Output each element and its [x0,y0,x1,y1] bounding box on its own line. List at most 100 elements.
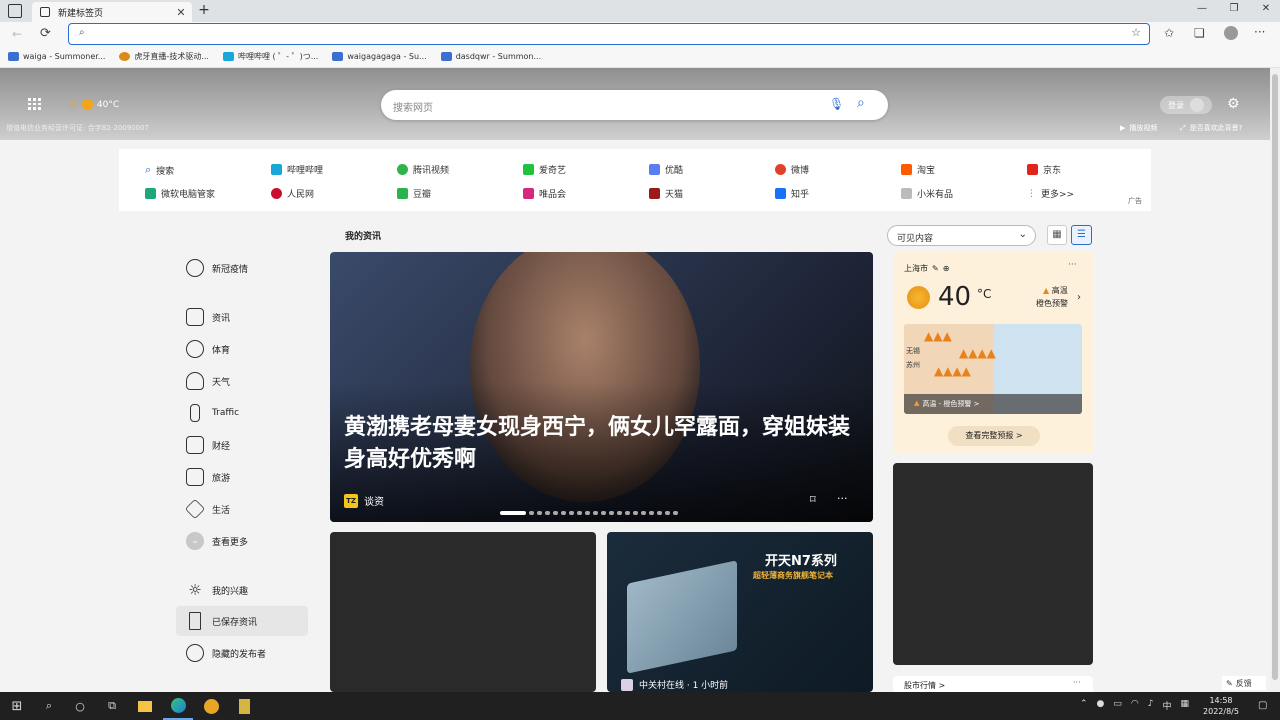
bookmark-item[interactable]: 虎牙直播-技术驱动... [119,51,209,62]
news-card-source[interactable]: 中关村在线 · 1 小时前 [621,678,728,691]
quick-link-tmall[interactable]: 天猫 [649,187,683,200]
quick-link-pc-manager[interactable]: 微软电脑管家 [145,187,215,200]
sidebar-item-traffic[interactable]: Traffic [176,398,308,428]
quick-link-iqiyi[interactable]: 爱奇艺 [523,163,566,176]
windows-start-icon[interactable]: ⊞ [2,692,32,720]
grid-view-button[interactable]: ▦ [1047,225,1067,245]
stock-card[interactable]: 股市行情 > ··· [893,676,1093,692]
bookmark-item[interactable]: waigagagaga - Su... [332,52,427,61]
more-options-icon[interactable]: ··· [1068,260,1077,270]
cortana-icon[interactable]: ○ [65,692,95,720]
refresh-icon[interactable]: ⟳ [40,26,51,41]
featured-headline[interactable]: 黄渤携老母妻女现身西宁，俩女儿罕露面，穿姐妹装身高好优秀啊 [344,412,854,476]
quick-link-jd[interactable]: 京东 [1027,163,1061,176]
quick-link-weibo[interactable]: 微博 [775,163,809,176]
list-view-button[interactable]: ☰ [1071,225,1092,245]
bookmark-item[interactable]: dasdqwr - Summon... [440,52,541,61]
more-options-icon[interactable]: ··· [1073,678,1081,687]
app-icon[interactable] [229,692,259,720]
close-window-button[interactable]: ✕ [1250,3,1280,19]
sidebar-item-covid[interactable]: 新冠疫情 [176,253,308,283]
news-card-placeholder[interactable] [330,532,596,692]
apps-grid-icon[interactable] [28,98,41,110]
bookmark-item[interactable]: waiga - Summoner... [8,52,105,61]
sidebar-item-weather[interactable]: 天气 [176,366,308,396]
app-icon[interactable] [196,692,226,720]
tab-new-tab[interactable]: 新建标签页 ✕ [32,2,192,22]
weather-alert[interactable]: ▲ 高温 [1043,285,1068,296]
favorites-icon[interactable]: ✩ [1164,26,1174,40]
sidebar-item-saved[interactable]: 已保存资讯 [176,606,308,636]
favorite-star-icon[interactable]: ☆ [1131,26,1141,39]
file-explorer-icon[interactable] [130,692,160,720]
featured-news-card[interactable]: 黄渤携老母妻女现身西宁，俩女儿罕露面，穿姐妹装身高好优秀啊 TZ 谈资 ⌑ ··… [330,252,873,522]
quick-link-zhihu[interactable]: 知乎 [775,187,809,200]
featured-source[interactable]: TZ 谈资 [344,493,384,508]
quick-link-taobao[interactable]: 淘宝 [901,163,935,176]
side-card-placeholder[interactable] [893,463,1093,665]
chevron-up-icon[interactable]: ⌃ [1080,699,1088,712]
search-icon[interactable]: ⌕ [34,692,64,720]
bookmark-item[interactable]: 哔哩哔哩 ( ゜- ゜)つ... [222,51,318,62]
login-button[interactable]: 登录 [1160,96,1212,114]
volume-icon[interactable]: ♪ [1148,699,1154,712]
sidebar-item-life[interactable]: 生活 [176,494,308,524]
profile-avatar[interactable] [1224,26,1238,40]
gear-icon[interactable]: ⚙ [1227,96,1240,112]
full-forecast-button[interactable]: 查看完整预报 > [948,426,1040,446]
quick-link-youku[interactable]: 优酷 [649,163,683,176]
save-bookmark-icon[interactable]: ⌑ [810,493,816,506]
license-text[interactable]: 增值电信业务经营许可证: 合字B2-20090007 [6,123,149,133]
quick-link-vip[interactable]: 唯品会 [523,187,566,200]
scrollbar-thumb[interactable] [1272,74,1278,680]
quick-link-bilibili[interactable]: 哔哩哔哩 [271,163,323,176]
tab-close-icon[interactable]: ✕ [174,6,188,19]
minimize-button[interactable]: — [1186,3,1218,19]
quick-link-tencent-video[interactable]: 腾讯视频 [397,163,449,176]
weather-map[interactable]: ▲▲▲ ▲▲▲▲ ▲▲▲▲ 无锡 苏州 ▲ 高温 - 橙色预警 > [904,324,1082,414]
microphone-icon[interactable]: ● [1097,699,1105,712]
collections-icon[interactable]: ❏ [1194,26,1205,40]
clock[interactable]: 14:58 2022/8/5 [1198,695,1244,717]
quick-link-xiaomi[interactable]: 小米有品 [901,187,953,200]
play-video-button[interactable]: ▶ 播放视频 [1120,123,1157,133]
microphone-icon[interactable]: 🎙 [829,97,844,111]
sidebar-item-news[interactable]: 资讯 [176,302,308,332]
tab-actions-icon[interactable] [8,4,22,18]
chevron-right-icon[interactable]: › [1077,292,1081,303]
edge-icon[interactable] [163,692,193,720]
search-icon[interactable]: ⌕ [857,95,865,111]
quick-link-search[interactable]: ⌕ 搜索 [145,163,174,177]
sidebar-item-interests[interactable]: ☼ 我的兴趣 [176,575,308,605]
like-background-button[interactable]: ⤢ 是否喜欢此背景? [1180,123,1242,133]
web-search-box[interactable]: 搜索网页 🎙 ⌕ [381,90,888,120]
carousel-indicator[interactable] [500,511,678,515]
settings-more-icon[interactable]: ··· [1254,25,1265,39]
map-alert-link[interactable]: ▲ 高温 - 橙色预警 > [914,399,979,409]
address-bar[interactable]: ⌕ ☆ [68,23,1150,45]
maximize-button[interactable]: ❐ [1218,3,1250,19]
news-card-ad[interactable]: 开天N7系列 超轻薄商务旗舰笔记本 中关村在线 · 1 小时前 [607,532,873,692]
task-view-icon[interactable]: ⧉ [97,692,127,720]
quick-link-douban[interactable]: 豆瓣 [397,187,431,200]
system-tray[interactable]: ⌃ ● ▭ ◠ ♪ 中 ▦ [1080,699,1189,712]
wifi-icon[interactable]: ◠ [1131,699,1139,712]
notification-icon[interactable]: ▢ [1258,700,1267,711]
address-input[interactable] [97,27,1097,41]
sidebar-item-hidden-publishers[interactable]: 隐藏的发布者 [176,638,308,668]
ime-indicator[interactable]: 中 [1163,699,1172,712]
sidebar-item-see-more[interactable]: ⌄ 查看更多 [176,526,308,556]
quick-link-more[interactable]: ⋮ 更多>> [1027,187,1074,201]
feed-filter-dropdown[interactable]: 可见内容 ⌄ [887,225,1036,246]
weather-card[interactable]: 上海市 ✎ ⊕ ··· 40 °C ▲ 高温 橙色预警 › ▲▲▲ ▲▲▲▲ ▲… [893,252,1093,454]
sidebar-item-sports[interactable]: 体育 [176,334,308,364]
more-options-icon[interactable]: ··· [837,492,848,505]
new-tab-button[interactable]: + [196,2,212,18]
back-icon[interactable]: ← [12,27,22,41]
sidebar-item-finance[interactable]: 财经 [176,430,308,460]
feedback-button[interactable]: ✎ 反馈 [1222,676,1266,690]
network-icon[interactable]: ▭ [1113,699,1122,712]
sidebar-item-travel[interactable]: 旅游 [176,462,308,492]
weather-location[interactable]: 上海市 ✎ ⊕ [904,263,949,274]
weather-widget[interactable]: ⚠ 40°C [68,98,119,111]
